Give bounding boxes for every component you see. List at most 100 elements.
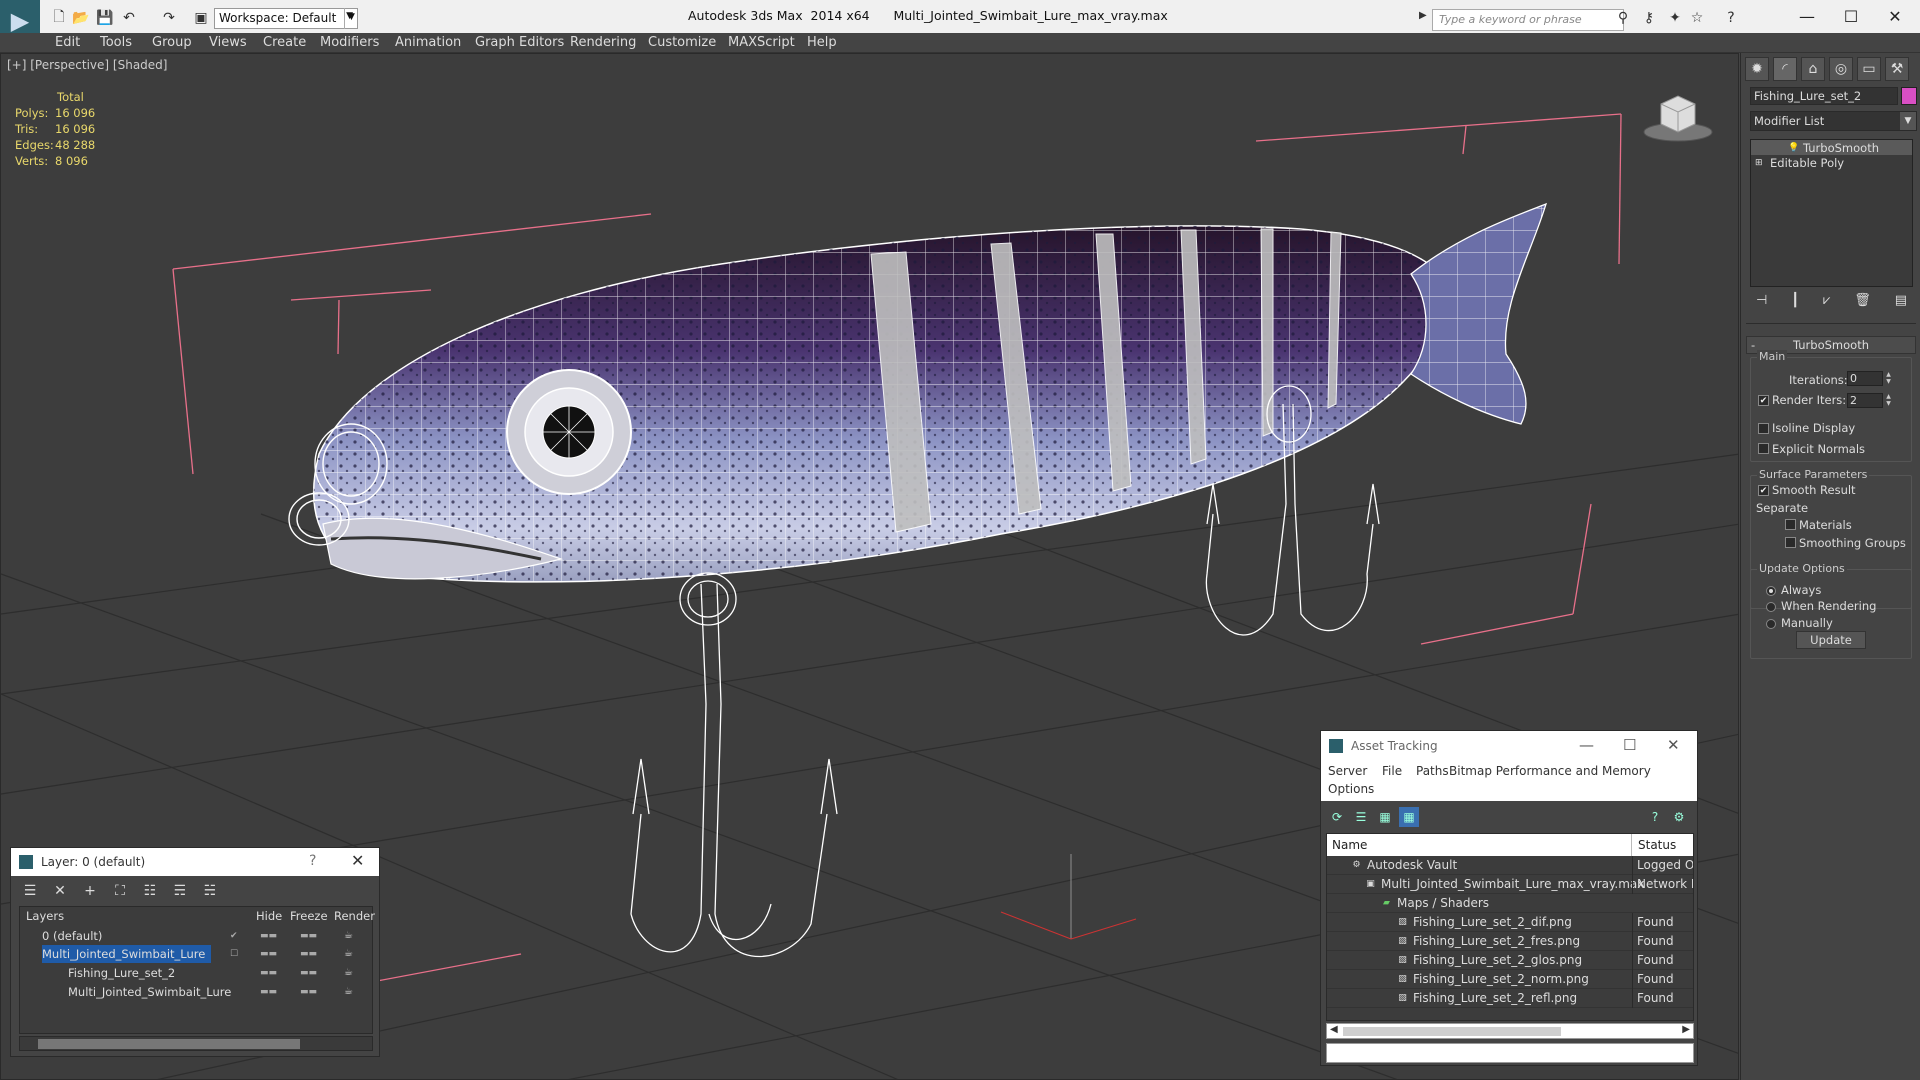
active-layer-check-icon[interactable]: ✔ — [230, 927, 238, 945]
open-file-icon[interactable]: 📂 — [72, 9, 90, 27]
close-button[interactable]: ✕ — [1667, 736, 1680, 754]
utilities-tab-icon[interactable]: ⚒ — [1885, 57, 1909, 81]
new-file-icon[interactable]: 🗋 — [50, 9, 68, 27]
freeze-toggle[interactable]: ▬▬ — [300, 945, 317, 963]
object-name-field[interactable]: Fishing_Lure_set_2 — [1750, 87, 1898, 105]
project-folder-icon[interactable]: ▣ — [192, 9, 210, 27]
asset-path-field[interactable] — [1326, 1043, 1694, 1063]
column-header-render[interactable]: Render — [334, 907, 375, 925]
render-teapot-icon[interactable]: ☕ — [344, 927, 353, 945]
menu-bitmap-performance[interactable]: Bitmap Performance and Memory — [1449, 764, 1651, 778]
update-button[interactable]: Update — [1796, 631, 1866, 649]
layer-panel-titlebar[interactable]: Layer: 0 (default) ? ✕ — [11, 848, 379, 876]
hide-toggle[interactable]: ▬▬ — [260, 927, 277, 945]
explicit-normals-checkbox[interactable] — [1758, 443, 1769, 454]
remove-modifier-icon[interactable]: 🗑 — [1854, 293, 1871, 313]
render-iters-checkbox[interactable]: ✔ — [1758, 395, 1769, 406]
menu-tools[interactable]: Tools — [100, 35, 132, 50]
workspace-select[interactable]: Workspace: Default ▼ — [214, 8, 358, 29]
hide-toggle[interactable]: ▬▬ — [260, 945, 277, 963]
maximize-button[interactable]: ☐ — [1828, 4, 1874, 30]
stack-item-editable-poly[interactable]: ⊞ Editable Poly — [1751, 155, 1912, 170]
redo-icon[interactable]: ↷ — [160, 9, 178, 27]
layer-row[interactable]: Multi_Jointed_Swimbait_Lure ☐ ▬▬ ▬▬ ☕ — [20, 945, 372, 963]
menu-maxscript[interactable]: MAXScript — [728, 35, 795, 50]
menu-help[interactable]: Help — [807, 35, 837, 50]
menu-edit[interactable]: Edit — [55, 35, 80, 50]
maximize-button[interactable]: ☐ — [1623, 736, 1636, 754]
detail-view-icon[interactable]: ▦ — [1375, 807, 1395, 827]
make-unique-icon[interactable]: ⩗ — [1823, 293, 1830, 313]
highlight-layer-icon[interactable]: ☷ — [139, 880, 161, 902]
asset-row[interactable]: ▧ Fishing_Lure_set_2_glos.png Found — [1327, 951, 1693, 970]
asset-row[interactable]: ⚙ Autodesk Vault Logged Ou — [1327, 856, 1693, 875]
asset-row[interactable]: ▧ Fishing_Lure_set_2_dif.png Found — [1327, 913, 1693, 932]
column-header-status[interactable]: Status — [1632, 834, 1693, 856]
asset-row[interactable]: ▧ Fishing_Lure_set_2_refl.png Found — [1327, 989, 1693, 1008]
hierarchy-tab-icon[interactable]: ⌂ — [1801, 57, 1825, 81]
render-teapot-icon[interactable]: ☕ — [344, 983, 353, 1001]
freeze-all-layers-icon[interactable]: ☵ — [199, 880, 221, 902]
menu-file[interactable]: File — [1382, 764, 1402, 778]
materials-checkbox[interactable] — [1785, 519, 1796, 530]
undo-icon[interactable]: ↶ — [120, 9, 138, 27]
binoculars-icon[interactable]: ⚲ — [1614, 9, 1632, 27]
menu-paths[interactable]: Paths — [1416, 764, 1449, 778]
pin-stack-icon[interactable]: ⊣ — [1756, 293, 1767, 313]
asset-row[interactable]: ▣ Multi_Jointed_Swimbait_Lure_max_vray.m… — [1327, 875, 1693, 894]
menu-modifiers[interactable]: Modifiers — [320, 35, 379, 50]
menu-create[interactable]: Create — [263, 35, 306, 50]
modifier-stack[interactable]: 💡 TurboSmooth ⊞ Editable Poly — [1750, 139, 1913, 287]
configure-sets-icon[interactable]: ▤ — [1895, 293, 1907, 313]
expand-plus-icon[interactable]: ⊞ — [1755, 158, 1765, 168]
freeze-toggle[interactable]: ▬▬ — [300, 983, 317, 1001]
create-layer-icon[interactable]: ☰ — [19, 880, 41, 902]
delete-layer-icon[interactable]: ✕ — [49, 880, 71, 902]
menu-animation[interactable]: Animation — [395, 35, 461, 50]
render-iters-spinner[interactable]: 2 — [1847, 393, 1883, 408]
scroll-left-icon[interactable]: ◀ — [1330, 1024, 1338, 1035]
help-icon[interactable]: ? — [1722, 9, 1740, 27]
column-header-freeze[interactable]: Freeze — [290, 907, 328, 925]
smoothing-groups-checkbox[interactable] — [1785, 537, 1796, 548]
favorites-star-icon[interactable]: ☆ — [1688, 9, 1706, 27]
show-end-result-icon[interactable]: ┃ — [1791, 293, 1799, 313]
viewcube-icon[interactable] — [1641, 84, 1715, 144]
key-icon[interactable]: ⚷ — [1640, 9, 1658, 27]
stack-item-turbosmooth[interactable]: 💡 TurboSmooth — [1751, 140, 1912, 155]
light-bulb-icon[interactable]: 💡 — [1788, 143, 1799, 153]
layer-row[interactable]: Multi_Jointed_Swimbait_Lure ▬▬ ▬▬ ☕ — [20, 983, 372, 1001]
hide-toggle[interactable]: ▬▬ — [260, 983, 277, 1001]
modify-tab-icon[interactable]: ◜ — [1773, 57, 1797, 81]
hide-toggle[interactable]: ▬▬ — [260, 964, 277, 982]
horizontal-scrollbar[interactable] — [19, 1036, 373, 1051]
search-input[interactable]: Type a keyword or phrase — [1432, 9, 1624, 31]
layer-row[interactable]: 0 (default) ✔ ▬▬ ▬▬ ☕ — [20, 927, 372, 945]
manually-radio[interactable] — [1766, 619, 1776, 629]
menu-options[interactable]: Options — [1328, 782, 1374, 796]
hide-all-layers-icon[interactable]: ☴ — [169, 880, 191, 902]
search-expand-icon[interactable]: ▶ — [1419, 10, 1427, 21]
render-teapot-icon[interactable]: ☕ — [344, 964, 353, 982]
active-layer-box-icon[interactable]: ☐ — [230, 945, 238, 963]
select-objects-icon[interactable]: ⛶ — [109, 880, 131, 902]
add-to-layer-icon[interactable]: + — [79, 880, 101, 902]
asset-tracking-titlebar[interactable]: Asset Tracking — ☐ ✕ — [1321, 731, 1697, 761]
display-tab-icon[interactable]: ▭ — [1857, 57, 1881, 81]
when-rendering-radio[interactable] — [1766, 602, 1776, 612]
modifier-list-dropdown[interactable]: Modifier List ▼ — [1750, 111, 1917, 131]
save-file-icon[interactable]: 💾 — [96, 9, 114, 27]
iterations-spinner[interactable]: 0 — [1847, 371, 1883, 386]
always-radio[interactable] — [1766, 586, 1776, 596]
menu-views[interactable]: Views — [209, 35, 247, 50]
viewport-label[interactable]: [+] [Perspective] [Shaded] — [7, 58, 167, 72]
scroll-right-icon[interactable]: ▶ — [1682, 1024, 1690, 1035]
menu-server[interactable]: Server — [1328, 764, 1367, 778]
freeze-toggle[interactable]: ▬▬ — [300, 927, 317, 945]
freeze-toggle[interactable]: ▬▬ — [300, 964, 317, 982]
column-header-hide[interactable]: Hide — [256, 907, 282, 925]
settings-icon[interactable]: ⚙ — [1669, 807, 1689, 827]
smooth-result-checkbox[interactable]: ✔ — [1758, 485, 1769, 496]
scrollbar-thumb[interactable] — [1343, 1027, 1561, 1036]
column-header-name[interactable]: Name — [1327, 834, 1632, 856]
